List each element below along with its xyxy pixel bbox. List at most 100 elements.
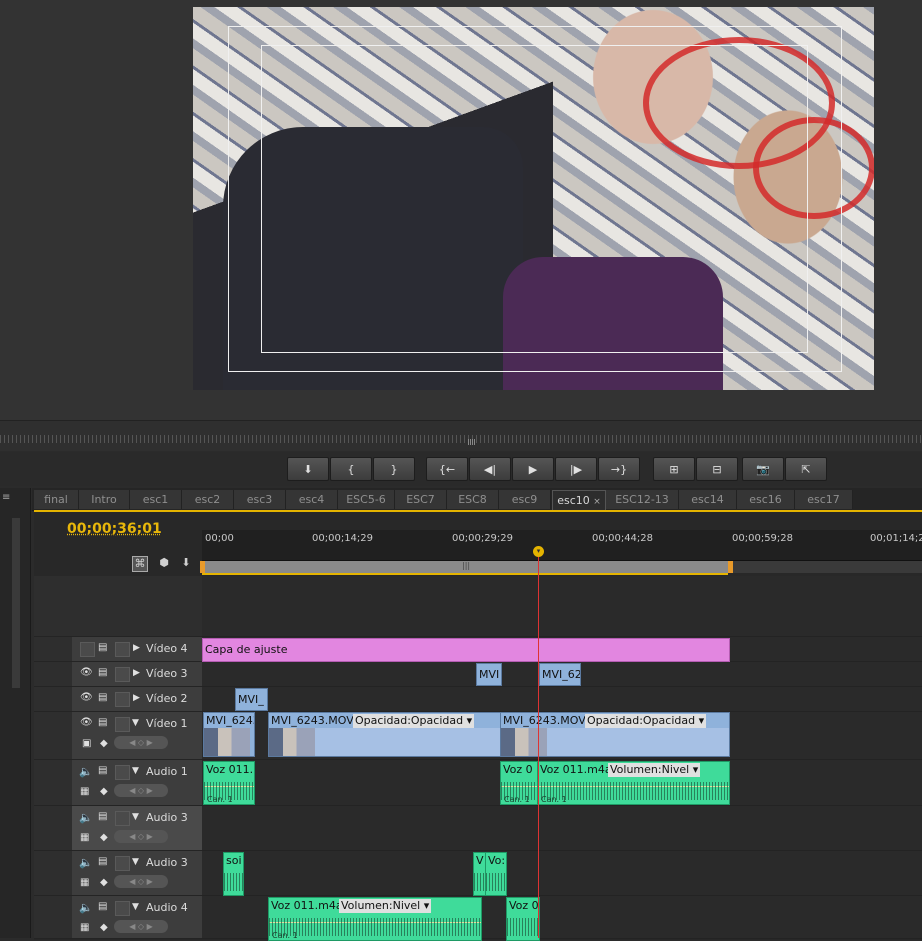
tab-esc16[interactable]: esc16 xyxy=(737,490,795,509)
audio-toggle-icon[interactable]: ▤ xyxy=(98,765,107,776)
time-ruler[interactable]: 00;00 00;00;14;29 00;00;29;29 00;00;44;2… xyxy=(202,530,922,561)
go-to-in-button[interactable]: {← xyxy=(426,457,468,481)
playhead-line[interactable] xyxy=(538,548,539,938)
audio-toggle-icon[interactable]: ▤ xyxy=(98,811,107,822)
marker-icon[interactable]: ⬇ xyxy=(179,556,193,570)
audio-clip[interactable]: soi xyxy=(223,852,244,896)
lock-track-button[interactable] xyxy=(115,692,130,707)
video-clip[interactable]: MVI xyxy=(476,663,502,686)
collapse-triangle-icon[interactable]: ▼ xyxy=(132,812,139,822)
track-video1[interactable]: MVI_6243 MVI_6243.MOV Opacidad:Opacidad … xyxy=(202,712,922,760)
eye-icon[interactable]: 👁 xyxy=(80,717,93,728)
close-icon[interactable]: × xyxy=(593,497,601,507)
track-target[interactable] xyxy=(34,662,72,687)
work-area-start-handle[interactable] xyxy=(200,561,205,573)
tab-esc7[interactable]: ESC7 xyxy=(395,490,447,509)
monitor-time-ruler[interactable] xyxy=(0,420,922,451)
expand-triangle-icon[interactable]: ▶ xyxy=(133,668,140,678)
collapse-triangle-icon[interactable]: ▼ xyxy=(132,766,139,776)
snap-icon[interactable]: ⌘ xyxy=(132,556,148,572)
video-clip[interactable]: MVI_6243.MOV Opacidad:Opacidad ▾ xyxy=(268,712,502,757)
adjustment-layer-clip[interactable]: Capa de ajuste xyxy=(202,638,730,662)
speaker-icon[interactable]: 🔈 xyxy=(79,811,93,824)
audio-toggle-icon[interactable]: ▤ xyxy=(98,901,107,912)
track-audio3[interactable] xyxy=(202,806,922,851)
mark-in-button[interactable]: { xyxy=(330,457,372,481)
expand-triangle-icon[interactable]: ▶ xyxy=(133,643,140,653)
tab-esc9[interactable]: esc9 xyxy=(499,490,551,509)
toggle-output-button[interactable] xyxy=(80,642,95,657)
panel-menu-icon[interactable]: ≡ xyxy=(2,492,10,503)
track-audio1[interactable]: Voz 011.r Can. 1 Voz 0 Can. 1 Voz 011.m4… xyxy=(202,760,922,806)
track-audio4[interactable]: Voz 011.m4a Volumen:Nivel ▾ Can. 1 Voz 0 xyxy=(202,896,922,941)
video-clip[interactable]: MVI_6243 xyxy=(203,712,255,757)
lift-button[interactable]: ⊞ xyxy=(653,457,695,481)
keyframe-icon[interactable]: ◆ xyxy=(100,922,108,933)
eye-icon[interactable]: 👁 xyxy=(80,667,93,678)
tab-esc10[interactable]: esc10 × xyxy=(552,490,606,510)
audio-clip[interactable]: Voz 0 Can. 1 xyxy=(500,761,538,805)
mark-out-button[interactable]: } xyxy=(373,457,415,481)
tab-esc12-13[interactable]: ESC12-13 xyxy=(606,490,679,509)
speaker-icon[interactable]: 🔈 xyxy=(79,901,93,914)
tab-final[interactable]: final xyxy=(34,490,79,509)
audio-clip[interactable]: Voz 011.r Can. 1 xyxy=(203,761,255,805)
collapse-triangle-icon[interactable]: ▼ xyxy=(132,902,139,912)
export-frame-button[interactable]: 📷 xyxy=(742,457,784,481)
work-area-bar[interactable]: ||| xyxy=(202,561,728,575)
audio-clip[interactable]: Vo: xyxy=(485,852,507,896)
track-video2[interactable]: MVI_ xyxy=(202,687,922,712)
audio-clip[interactable]: Voz 011.m4a Volumen:Nivel ▾ Can. 1 xyxy=(537,761,730,805)
lock-track-button[interactable] xyxy=(115,717,130,732)
film-icon[interactable]: ▤ xyxy=(98,642,107,653)
tab-esc17[interactable]: esc17 xyxy=(795,490,853,509)
panel-resize-grip[interactable] xyxy=(468,439,476,445)
track-target[interactable] xyxy=(34,760,72,806)
collapse-triangle-icon[interactable]: ▼ xyxy=(132,857,139,867)
track-target[interactable] xyxy=(34,896,72,939)
set-marker-icon[interactable]: ⬢ xyxy=(157,556,171,570)
tab-esc2[interactable]: esc2 xyxy=(182,490,234,509)
track-target[interactable] xyxy=(34,712,72,760)
lock-track-button[interactable] xyxy=(115,642,130,657)
track-target[interactable] xyxy=(34,851,72,896)
step-forward-button[interactable]: |▶ xyxy=(555,457,597,481)
effect-dropdown[interactable]: Volumen:Nivel ▾ xyxy=(608,763,701,777)
video-clip[interactable]: MVI_62 xyxy=(539,663,581,686)
track-video4[interactable]: Capa de ajuste xyxy=(202,637,922,662)
lock-track-button[interactable] xyxy=(115,811,130,826)
collapse-triangle-icon[interactable]: ▼ xyxy=(132,718,139,728)
play-button[interactable]: ▶ xyxy=(512,457,554,481)
expand-triangle-icon[interactable]: ▶ xyxy=(133,693,140,703)
keyframe-icon[interactable]: ◆ xyxy=(100,832,108,843)
audio-clip[interactable]: Voz 0 xyxy=(506,897,540,941)
effect-dropdown[interactable]: Opacidad:Opacidad ▾ xyxy=(353,714,475,728)
display-style-icon[interactable]: ▣ xyxy=(82,738,91,749)
keyframe-icon[interactable]: ◆ xyxy=(100,738,108,749)
add-marker-button[interactable]: ⬇ xyxy=(287,457,329,481)
eye-icon[interactable]: 👁 xyxy=(80,692,93,703)
button-editor-button[interactable]: ⇱ xyxy=(785,457,827,481)
extract-button[interactable]: ⊟ xyxy=(696,457,738,481)
lock-track-button[interactable] xyxy=(115,765,130,780)
keyframe-nav-control[interactable]: ◀ ◇ ▶ xyxy=(114,830,168,843)
video-clip[interactable]: MVI_ xyxy=(235,688,268,711)
lock-track-button[interactable] xyxy=(115,667,130,682)
film-icon[interactable]: ▤ xyxy=(98,717,107,728)
tab-esc3[interactable]: esc3 xyxy=(234,490,286,509)
track-target[interactable] xyxy=(34,687,72,712)
keyframe-nav-control[interactable]: ◀ ◇ ▶ xyxy=(114,920,168,933)
track-video3[interactable]: MVI MVI_62 xyxy=(202,662,922,687)
keyframe-icon[interactable]: ◆ xyxy=(100,877,108,888)
waveform-icon[interactable]: ▦ xyxy=(80,786,89,797)
current-timecode[interactable]: 00;00;36;01 xyxy=(67,521,162,537)
film-icon[interactable]: ▤ xyxy=(98,667,107,678)
audio-clip[interactable]: Voz 011.m4a Volumen:Nivel ▾ Can. 1 xyxy=(268,897,482,941)
playhead-handle[interactable]: ▾ xyxy=(533,546,544,557)
keyframe-nav-control[interactable]: ◀ ◇ ▶ xyxy=(114,875,168,888)
tab-esc5-6[interactable]: ESC5-6 xyxy=(338,490,395,509)
step-back-button[interactable]: ◀| xyxy=(469,457,511,481)
speaker-icon[interactable]: 🔈 xyxy=(79,765,93,778)
scrollbar[interactable] xyxy=(12,518,20,688)
tab-intro[interactable]: Intro xyxy=(79,490,130,509)
